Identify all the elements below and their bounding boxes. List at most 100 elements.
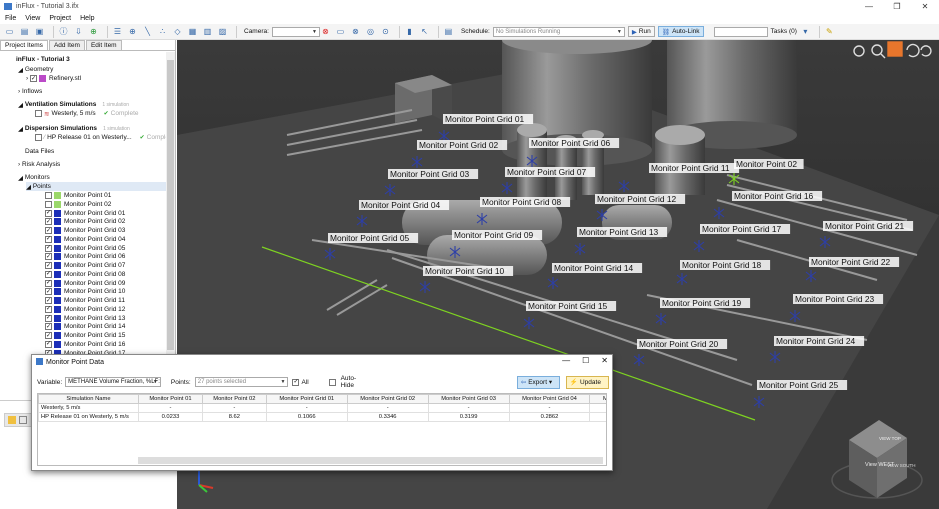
point-checkbox[interactable]: ✓ xyxy=(45,279,52,287)
point-item[interactable]: ✓ Monitor Point Grid 14 xyxy=(45,322,125,331)
point-item[interactable]: Monitor Point 02 xyxy=(45,200,111,209)
pencil-icon[interactable]: ✎ xyxy=(824,26,835,37)
point-checkbox[interactable]: ✓ xyxy=(45,244,52,252)
column-header[interactable]: Monitor Point 02 xyxy=(201,394,267,404)
maximize-button[interactable]: ❐ xyxy=(883,0,911,13)
point-item[interactable]: ✓ Monitor Point Grid 15 xyxy=(45,331,125,340)
point-item[interactable]: Monitor Point 01 xyxy=(45,191,111,200)
point-checkbox[interactable] xyxy=(45,200,52,208)
tree-scrollbar[interactable] xyxy=(166,52,175,355)
new-icon[interactable]: ▭ xyxy=(4,26,15,37)
point-checkbox[interactable]: ✓ xyxy=(45,253,52,261)
tree-project[interactable]: inFlux - Tutorial 3 xyxy=(16,55,70,64)
delete-camera-icon[interactable]: ⊗ xyxy=(320,26,331,37)
import-icon[interactable]: ⇩ xyxy=(73,26,84,37)
tree-risk[interactable]: › Risk Analysis xyxy=(18,160,60,169)
point-item[interactable]: ✓ Monitor Point Grid 10 xyxy=(45,287,125,296)
point-checkbox[interactable]: ✓ xyxy=(45,235,52,243)
point-checkbox[interactable]: ✓ xyxy=(45,305,52,313)
disp-checkbox[interactable] xyxy=(35,134,42,141)
menu-view[interactable]: View xyxy=(25,15,40,22)
menu-help[interactable]: Help xyxy=(80,15,94,22)
point-checkbox[interactable]: ✓ xyxy=(45,262,52,269)
point-checkbox[interactable]: ✓ xyxy=(45,314,52,322)
table-row[interactable]: HP Release 01 on Westerly, 5 m/s 0.0233 8.… xyxy=(38,412,606,422)
point-checkbox[interactable] xyxy=(45,192,52,199)
tree-dispersion[interactable]: ◢ Dispersion Simulations 1 simulation xyxy=(18,124,130,133)
column-header-simulation[interactable]: Simulation Name xyxy=(38,394,139,404)
point-item[interactable]: ✓ Monitor Point Grid 09 xyxy=(45,279,125,288)
point-item[interactable]: ✓ Monitor Point Grid 07 xyxy=(45,261,125,270)
export-button[interactable]: ⇦ Export ▾ xyxy=(516,375,560,389)
point-item[interactable]: ✓ Monitor Point Grid 06 xyxy=(45,252,125,261)
column-header[interactable]: Monitor Point Grid 05 xyxy=(589,394,606,404)
open-icon[interactable]: ▤ xyxy=(19,26,30,37)
tree-monitors[interactable]: ◢ Monitors xyxy=(18,173,50,182)
vent-checkbox[interactable] xyxy=(35,110,42,117)
grid-icon[interactable]: ▦ xyxy=(187,26,198,37)
point-item[interactable]: ✓ Monitor Point Grid 13 xyxy=(45,314,125,323)
point-checkbox[interactable]: ✓ xyxy=(45,218,52,226)
tasks-dropdown-icon[interactable]: ▾ xyxy=(800,26,811,37)
cursor-icon[interactable]: ↖ xyxy=(419,26,430,37)
tree-points[interactable]: ◢ Points xyxy=(26,182,166,191)
point-checkbox[interactable]: ✓ xyxy=(45,323,52,331)
update-button[interactable]: ⚡ Update xyxy=(565,375,609,389)
grid-horizontal-scrollbar[interactable] xyxy=(138,457,603,464)
point-checkbox[interactable]: ✓ xyxy=(45,270,52,278)
points-select[interactable]: 27 points selected ▼ xyxy=(194,377,289,387)
point-item[interactable]: ✓ Monitor Point Grid 16 xyxy=(45,340,125,349)
chart-icon[interactable]: ▮ xyxy=(404,26,415,37)
pan-icon[interactable] xyxy=(887,41,903,57)
line-icon[interactable]: ╲ xyxy=(142,26,153,37)
point-item[interactable]: ✓ Monitor Point Grid 08 xyxy=(45,270,125,279)
dialog-close-button[interactable]: ✕ xyxy=(601,356,608,365)
point-checkbox[interactable]: ✓ xyxy=(45,332,52,339)
grid-view-icon[interactable] xyxy=(19,416,27,424)
sync-icon[interactable]: ⊙ xyxy=(380,26,391,37)
schedule-select[interactable]: No Simulations Running ▼ xyxy=(492,26,625,37)
list-view-icon[interactable] xyxy=(8,416,16,424)
tab-add-item[interactable]: Add Item xyxy=(48,40,85,50)
layers-icon[interactable]: ☰ xyxy=(112,26,123,37)
target-icon[interactable]: ⊕ xyxy=(127,26,138,37)
auto-link-button[interactable]: ⛓ Auto-Link xyxy=(657,26,704,37)
column-header[interactable]: Monitor Point Grid 01 xyxy=(265,394,348,404)
tab-edit-item[interactable]: Edit Item xyxy=(85,40,122,50)
point-item[interactable]: ✓ Monitor Point Grid 05 xyxy=(45,244,125,253)
point-checkbox[interactable]: ✓ xyxy=(45,297,52,304)
mesh-icon[interactable]: ▨ xyxy=(217,26,228,37)
menu-file[interactable]: File xyxy=(5,15,16,22)
camera-icon[interactable]: ▭ xyxy=(335,26,346,37)
add-icon[interactable]: ⊕ xyxy=(88,26,99,37)
point-item[interactable]: ✓ Monitor Point Grid 01 xyxy=(45,209,125,218)
menu-project[interactable]: Project xyxy=(49,15,71,22)
tab-project-items[interactable]: Project Items xyxy=(0,40,48,50)
point-item[interactable]: ✓ Monitor Point Grid 12 xyxy=(45,305,125,314)
column-header[interactable]: Monitor Point Grid 04 xyxy=(508,394,591,404)
info-icon[interactable]: ⓘ xyxy=(58,26,69,37)
point-item[interactable]: ✓ Monitor Point Grid 04 xyxy=(45,235,125,244)
point-item[interactable]: ✓ Monitor Point Grid 03 xyxy=(45,226,125,235)
stop-icon[interactable]: ⊗ xyxy=(350,26,361,37)
variable-select[interactable]: METHANE Volume Fraction, %LF: ▼ xyxy=(65,377,161,387)
tree-geometry[interactable]: ◢ Geometry xyxy=(18,65,53,74)
point-checkbox[interactable]: ✓ xyxy=(45,288,52,296)
tree-inflows[interactable]: › Inflows xyxy=(18,87,42,96)
point-checkbox[interactable]: ✓ xyxy=(45,209,52,217)
point-item[interactable]: ✓ Monitor Point Grid 11 xyxy=(45,296,125,305)
column-header[interactable]: Monitor Point Grid 03 xyxy=(427,394,510,404)
view-toggle[interactable] xyxy=(4,413,34,427)
tasks-button[interactable]: Tasks (0) xyxy=(771,28,797,35)
dialog-minimize-button[interactable]: — xyxy=(562,356,570,365)
rotate-icon[interactable]: ◎ xyxy=(365,26,376,37)
data-grid[interactable]: Simulation Name Monitor Point 01 Monitor P… xyxy=(37,393,607,466)
close-button[interactable]: ✕ xyxy=(911,0,939,13)
minimize-button[interactable]: — xyxy=(855,0,883,13)
tree-ventilation[interactable]: ◢ Ventilation Simulations 1 simulation xyxy=(18,100,129,109)
point-item[interactable]: ✓ Monitor Point Grid 02 xyxy=(45,217,125,226)
plane-icon[interactable]: ◇ xyxy=(172,26,183,37)
camera-select[interactable]: ▼ xyxy=(271,26,320,37)
tree-data-files[interactable]: Data Files xyxy=(25,147,54,156)
tree-disp-item[interactable]: ⁄HP Release 01 on Westerly... ✔Complete xyxy=(35,133,166,142)
